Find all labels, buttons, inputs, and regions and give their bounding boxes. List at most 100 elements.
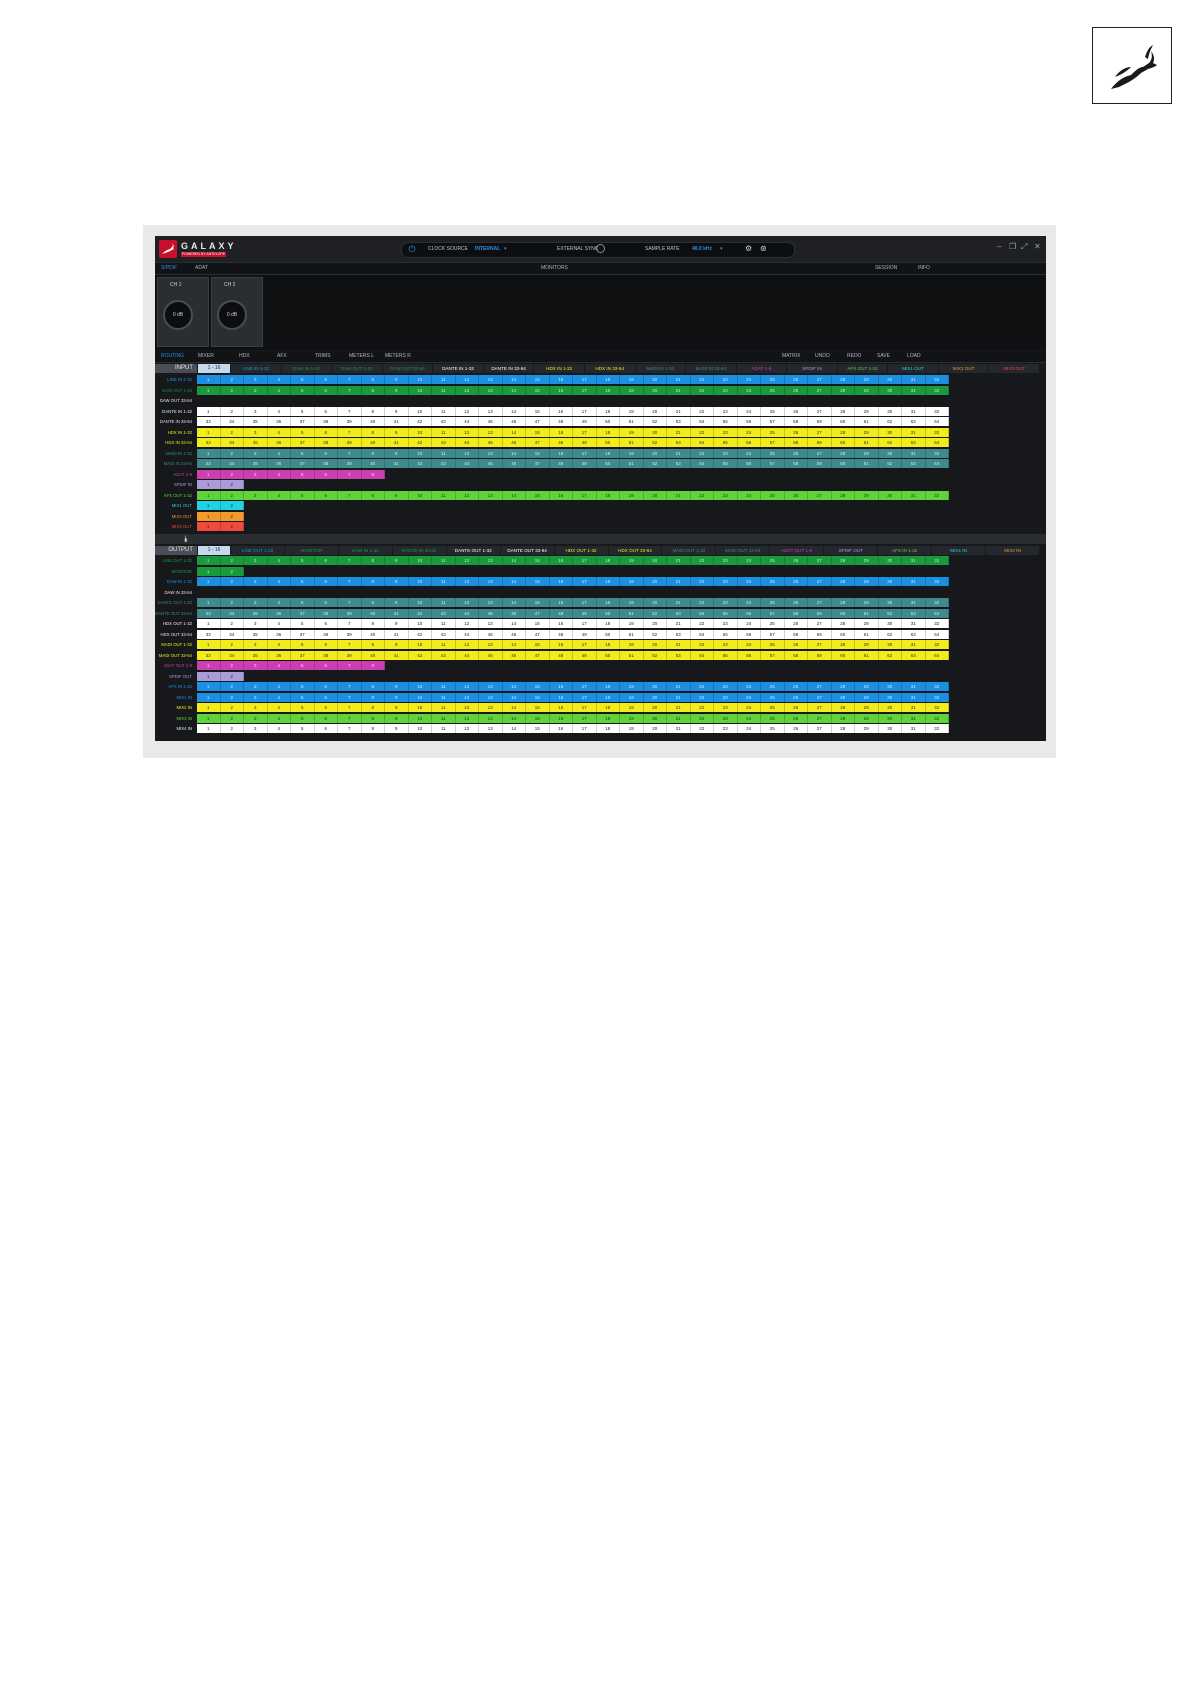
matrix-cell[interactable]: 13: [479, 448, 503, 458]
matrix-cell[interactable]: 2: [220, 522, 244, 531]
matrix-cell[interactable]: 31: [902, 375, 926, 384]
matrix-cell[interactable]: 15: [526, 556, 550, 565]
source-tab[interactable]: MIX3 OUT: [989, 364, 1040, 373]
input-range-selector[interactable]: 1 - 16: [198, 364, 230, 373]
matrix-cell[interactable]: 1: [197, 566, 221, 576]
matrix-cell[interactable]: 32: [925, 724, 949, 733]
matrix-cell[interactable]: 28: [831, 490, 855, 500]
source-tab[interactable]: DANTE IN 33-64: [483, 364, 535, 373]
matrix-cell[interactable]: 14: [502, 427, 526, 437]
matrix-cell[interactable]: 63: [902, 459, 926, 468]
matrix-cell[interactable]: 1: [197, 375, 221, 384]
matrix-cell[interactable]: 63: [902, 629, 926, 639]
source-tab[interactable]: SPDIF OUT: [824, 546, 879, 555]
matrix-cell[interactable]: 35: [244, 459, 268, 468]
matrix-cell[interactable]: 56: [737, 650, 761, 660]
matrix-cell[interactable]: 62: [878, 608, 902, 618]
matrix-cell[interactable]: 19: [620, 385, 644, 395]
matrix-cell[interactable]: 39: [338, 629, 362, 639]
matrix-cell[interactable]: 10: [408, 692, 432, 702]
matrix-cell[interactable]: 20: [643, 713, 667, 723]
matrix-cell[interactable]: 58: [784, 629, 808, 639]
matrix-cell[interactable]: 20: [643, 724, 667, 733]
matrix-cell[interactable]: 10: [408, 577, 432, 586]
matrix-cell[interactable]: 25: [761, 713, 785, 723]
matrix-cell[interactable]: 62: [878, 629, 902, 639]
matrix-cell[interactable]: 61: [855, 629, 879, 639]
matrix-cell[interactable]: 10: [408, 385, 432, 395]
tab-session[interactable]: SESSION: [875, 265, 897, 271]
matrix-cell[interactable]: 2: [220, 511, 244, 521]
matrix-cell[interactable]: 4: [267, 427, 291, 437]
matrix-cell[interactable]: 56: [737, 438, 761, 447]
matrix-cell[interactable]: 57: [761, 650, 785, 660]
matrix-cell[interactable]: 61: [855, 417, 879, 426]
matrix-cell[interactable]: 3: [244, 406, 268, 416]
matrix-cell[interactable]: 17: [573, 640, 597, 649]
matrix-cell[interactable]: 18: [596, 640, 620, 649]
matrix-cell[interactable]: 14: [502, 385, 526, 395]
matrix-cell[interactable]: 42: [408, 438, 432, 447]
matrix-cell[interactable]: 27: [808, 682, 832, 691]
matrix-cell[interactable]: 30: [878, 448, 902, 458]
matrix-cell[interactable]: 10: [408, 713, 432, 723]
source-tab[interactable]: ADAT 1-8: [736, 364, 788, 373]
matrix-cell[interactable]: 15: [526, 713, 550, 723]
matrix-cell[interactable]: 2: [220, 490, 244, 500]
external-sync-toggle[interactable]: [596, 244, 605, 253]
matrix-cell[interactable]: 49: [573, 650, 597, 660]
matrix-cell[interactable]: 6: [314, 406, 338, 416]
matrix-cell[interactable]: 22: [690, 577, 714, 586]
matrix-cell[interactable]: 34: [220, 629, 244, 639]
matrix-cell[interactable]: 27: [808, 490, 832, 500]
matrix-cell[interactable]: 8: [361, 448, 385, 458]
matrix-cell[interactable]: 9: [385, 703, 409, 712]
matrix-cell[interactable]: 8: [361, 619, 385, 628]
matrix-cell[interactable]: 17: [573, 577, 597, 586]
matrix-cell[interactable]: 39: [338, 438, 362, 447]
matrix-cell[interactable]: 18: [596, 692, 620, 702]
matrix-cell[interactable]: 6: [314, 577, 338, 586]
matrix-cell[interactable]: 11: [432, 598, 456, 607]
matrix-cell[interactable]: 2: [220, 448, 244, 458]
matrix-cell[interactable]: 5: [291, 448, 315, 458]
matrix-cell[interactable]: 26: [784, 385, 808, 395]
matrix-cell[interactable]: 12: [455, 692, 479, 702]
matrix-cell[interactable]: 25: [761, 375, 785, 384]
matrix-cell[interactable]: 22: [690, 692, 714, 702]
matrix-cell[interactable]: 12: [455, 556, 479, 565]
matrix-cell[interactable]: 1: [197, 640, 221, 649]
matrix-cell[interactable]: 2: [220, 619, 244, 628]
matrix-cell[interactable]: 11: [432, 577, 456, 586]
matrix-cell[interactable]: 21: [667, 406, 691, 416]
minimize-icon[interactable]: –: [997, 242, 1001, 251]
matrix-cell[interactable]: 54: [690, 650, 714, 660]
matrix-cell[interactable]: 42: [408, 629, 432, 639]
matrix-cell[interactable]: 5: [291, 375, 315, 384]
matrix-cell[interactable]: 3: [244, 490, 268, 500]
matrix-cell[interactable]: 9: [385, 385, 409, 395]
matrix-cell[interactable]: 23: [714, 640, 738, 649]
matrix-cell[interactable]: 36: [267, 608, 291, 618]
matrix-cell[interactable]: 42: [408, 650, 432, 660]
matrix-cell[interactable]: 41: [385, 608, 409, 618]
redo-button[interactable]: REDO: [847, 353, 861, 359]
matrix-cell[interactable]: 26: [784, 556, 808, 565]
matrix-cell[interactable]: 63: [902, 417, 926, 426]
matrix-cell[interactable]: 25: [761, 577, 785, 586]
matrix-cell[interactable]: 45: [479, 650, 503, 660]
matrix-cell[interactable]: 19: [620, 640, 644, 649]
matrix-cell[interactable]: 7: [338, 598, 362, 607]
matrix-cell[interactable]: 5: [291, 490, 315, 500]
matrix-cell[interactable]: 51: [620, 629, 644, 639]
matrix-cell[interactable]: 30: [878, 577, 902, 586]
matrix-cell[interactable]: 28: [831, 577, 855, 586]
matrix-cell[interactable]: 31: [902, 682, 926, 691]
matrix-cell[interactable]: 14: [502, 556, 526, 565]
matrix-cell[interactable]: 2: [220, 469, 244, 479]
matrix-cell[interactable]: 52: [643, 459, 667, 468]
matrix-cell[interactable]: 15: [526, 427, 550, 437]
matrix-cell[interactable]: 19: [620, 406, 644, 416]
matrix-cell[interactable]: 13: [479, 724, 503, 733]
matrix-cell[interactable]: 22: [690, 490, 714, 500]
